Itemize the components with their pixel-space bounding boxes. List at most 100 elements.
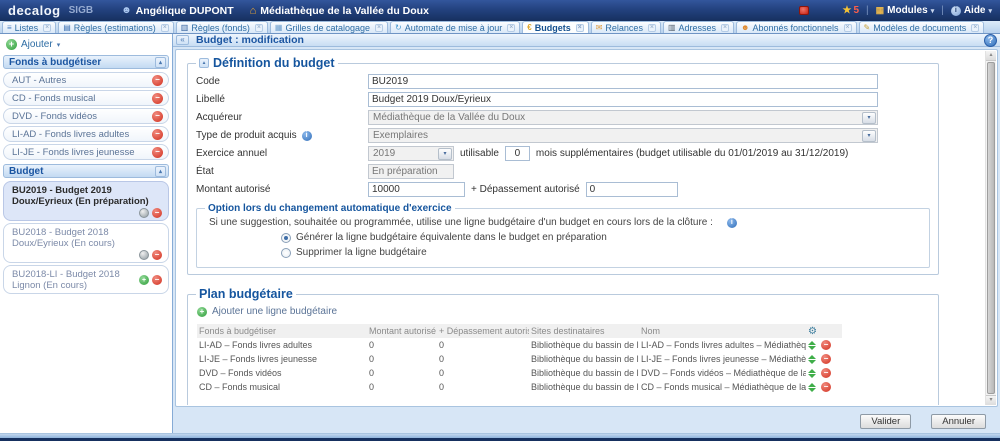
collapse-icon[interactable]: ▴ — [155, 166, 166, 177]
delete-icon[interactable]: − — [152, 250, 162, 260]
tab-abonnes-fonctionnels[interactable]: ☻Abonnés fonctionnels× — [736, 21, 856, 33]
app-logo: decalog — [8, 3, 61, 18]
depassement-input[interactable] — [586, 182, 678, 197]
alert-icon[interactable] — [799, 6, 809, 15]
tab-adresses[interactable]: ▥Adresses× — [663, 21, 734, 33]
close-icon[interactable]: × — [507, 24, 515, 32]
top-bar: decalog SIGB ☻ Angélique DUPONT ⌂ Médiat… — [0, 0, 1000, 21]
mois-supplementaires-input[interactable] — [505, 146, 530, 161]
libelle-input[interactable] — [368, 92, 878, 107]
table-row[interactable]: LI-JE – Fonds livres jeunesse 0 0 Biblio… — [197, 352, 842, 366]
delete-icon[interactable]: − — [152, 93, 163, 104]
scroll-down-arrow[interactable]: ▾ — [986, 395, 996, 405]
add-menu-button[interactable]: + Ajouter ▾ — [0, 34, 172, 53]
delete-icon[interactable]: − — [821, 368, 831, 378]
delete-icon[interactable]: − — [821, 340, 831, 350]
help-menu[interactable]: i Aide ▾ — [951, 5, 992, 16]
add-budget-line-button[interactable]: + Ajouter une ligne budgétaire — [197, 306, 930, 317]
list-item[interactable]: LI-AD - Fonds livres adultes− — [3, 126, 169, 142]
radio-supprimer-ligne[interactable] — [281, 248, 291, 258]
close-icon[interactable]: × — [43, 24, 51, 32]
chevron-down-icon: ▾ — [862, 112, 876, 124]
duplicate-icon[interactable] — [139, 208, 149, 218]
tab-listes[interactable]: ≡Listes× — [2, 21, 56, 33]
contextual-help-button[interactable]: ? — [984, 34, 997, 47]
list-item-budget-2018[interactable]: BU2018 - Budget 2018 Doux/Eyrieux (En co… — [3, 223, 169, 263]
validate-button[interactable]: Valider — [860, 414, 911, 429]
list-item-budget-2018-lignon[interactable]: BU2018-LI - Budget 2018 Lignon (En cours… — [3, 265, 169, 294]
main-content: « Budget : modification ? ▴ Définition d… — [173, 34, 1000, 433]
scrollbar-thumb[interactable] — [987, 62, 995, 394]
modules-menu[interactable]: ▦ Modules ▾ — [876, 5, 935, 16]
tab-regles-estimations[interactable]: ▤Règles (estimations)× — [58, 21, 174, 33]
bottom-bar — [0, 433, 1000, 441]
fonds-section-header[interactable]: Fonds à budgétiser ▴ — [3, 55, 169, 69]
table-row[interactable]: DVD – Fonds vidéos 0 0 Bibliothèque du b… — [197, 366, 842, 380]
delete-icon[interactable]: − — [821, 354, 831, 364]
close-icon[interactable]: × — [971, 24, 979, 32]
current-site[interactable]: ⌂ Médiathèque de la Vallée du Doux — [250, 5, 429, 17]
close-icon[interactable]: × — [375, 24, 383, 32]
info-icon[interactable]: i — [302, 131, 312, 141]
favorites-count: 5 — [853, 5, 859, 16]
tab-modeles-documents[interactable]: ✎Modèles de documents× — [859, 21, 985, 33]
close-icon[interactable]: × — [161, 24, 169, 32]
update-icon: ↻ — [395, 24, 402, 32]
table-row[interactable]: LI-AD – Fonds livres adultes 0 0 Bibliot… — [197, 338, 842, 352]
tab-automate-mise-a-jour[interactable]: ↻Automate de mise à jour× — [390, 21, 520, 33]
delete-icon[interactable]: − — [821, 382, 831, 392]
list-item[interactable]: LI-JE - Fonds livres jeunesse− — [3, 144, 169, 160]
help-icon: i — [951, 6, 961, 16]
cancel-button[interactable]: Annuler — [931, 414, 986, 429]
montant-autorise-input[interactable] — [368, 182, 465, 197]
collapse-icon[interactable]: ▴ — [155, 57, 166, 68]
reorder-icon[interactable] — [808, 383, 816, 392]
app-logo-suffix: SIGB — [69, 5, 93, 16]
close-icon[interactable]: × — [576, 24, 584, 32]
tab-budgets[interactable]: €Budgets× — [522, 21, 588, 33]
collapse-sidebar-button[interactable]: « — [176, 35, 189, 45]
table-header-row: Fonds à budgétiser Montant autorisé + Dé… — [197, 324, 842, 338]
modules-icon: ▦ — [876, 5, 885, 16]
delete-icon[interactable]: − — [152, 75, 163, 86]
home-icon: ⌂ — [250, 5, 257, 17]
list-item[interactable]: AUT - Autres− — [3, 72, 169, 88]
code-input[interactable] — [368, 74, 878, 89]
reorder-icon[interactable] — [808, 369, 816, 378]
collapse-icon[interactable]: ▴ — [199, 58, 209, 68]
delete-icon[interactable]: − — [152, 275, 162, 285]
add-icon[interactable]: + — [139, 275, 149, 285]
tab-grilles-catalogage[interactable]: ▦Grilles de catalogage× — [270, 21, 388, 33]
close-icon[interactable]: × — [255, 24, 263, 32]
close-icon[interactable]: × — [844, 24, 852, 32]
gear-icon[interactable]: ⚙ — [808, 326, 817, 337]
reorder-icon[interactable] — [808, 341, 816, 350]
duplicate-icon[interactable] — [139, 250, 149, 260]
budget-list: BU2019 - Budget 2019 Doux/Eyrieux (En pr… — [0, 178, 172, 296]
favorites[interactable]: ★ 5 — [842, 5, 859, 16]
budget-lines-table: Fonds à budgétiser Montant autorisé + Dé… — [197, 324, 842, 394]
delete-icon[interactable]: − — [152, 111, 163, 122]
current-user[interactable]: ☻ Angélique DUPONT — [121, 5, 234, 17]
user-icon: ☻ — [121, 5, 132, 16]
vertical-scrollbar[interactable]: ▴ ▾ — [985, 51, 996, 405]
radio-generer-ligne[interactable] — [281, 233, 291, 243]
budget-section-header[interactable]: Budget ▴ — [3, 164, 169, 178]
close-icon[interactable]: × — [721, 24, 729, 32]
list-item[interactable]: CD - Fonds musical− — [3, 90, 169, 106]
option-legend: Option lors du changement automatique d'… — [205, 203, 455, 214]
delete-icon[interactable]: − — [152, 147, 163, 158]
utilisable-label: utilisable — [460, 148, 499, 159]
table-row[interactable]: CD – Fonds musical 0 0 Bibliothèque du b… — [197, 380, 842, 394]
close-icon[interactable]: × — [648, 24, 656, 32]
reorder-icon[interactable] — [808, 355, 816, 364]
list-item[interactable]: DVD - Fonds vidéos− — [3, 108, 169, 124]
info-icon[interactable]: i — [727, 218, 737, 228]
option-fieldset: Option lors du changement automatique d'… — [196, 203, 930, 268]
list-item-budget-2019[interactable]: BU2019 - Budget 2019 Doux/Eyrieux (En pr… — [3, 181, 169, 221]
delete-icon[interactable]: − — [152, 129, 163, 140]
tab-regles-fonds[interactable]: ▥Règles (fonds)× — [176, 21, 268, 33]
scroll-up-arrow[interactable]: ▴ — [986, 51, 996, 61]
delete-icon[interactable]: − — [152, 208, 162, 218]
tab-relances[interactable]: ✉Relances× — [591, 21, 661, 33]
